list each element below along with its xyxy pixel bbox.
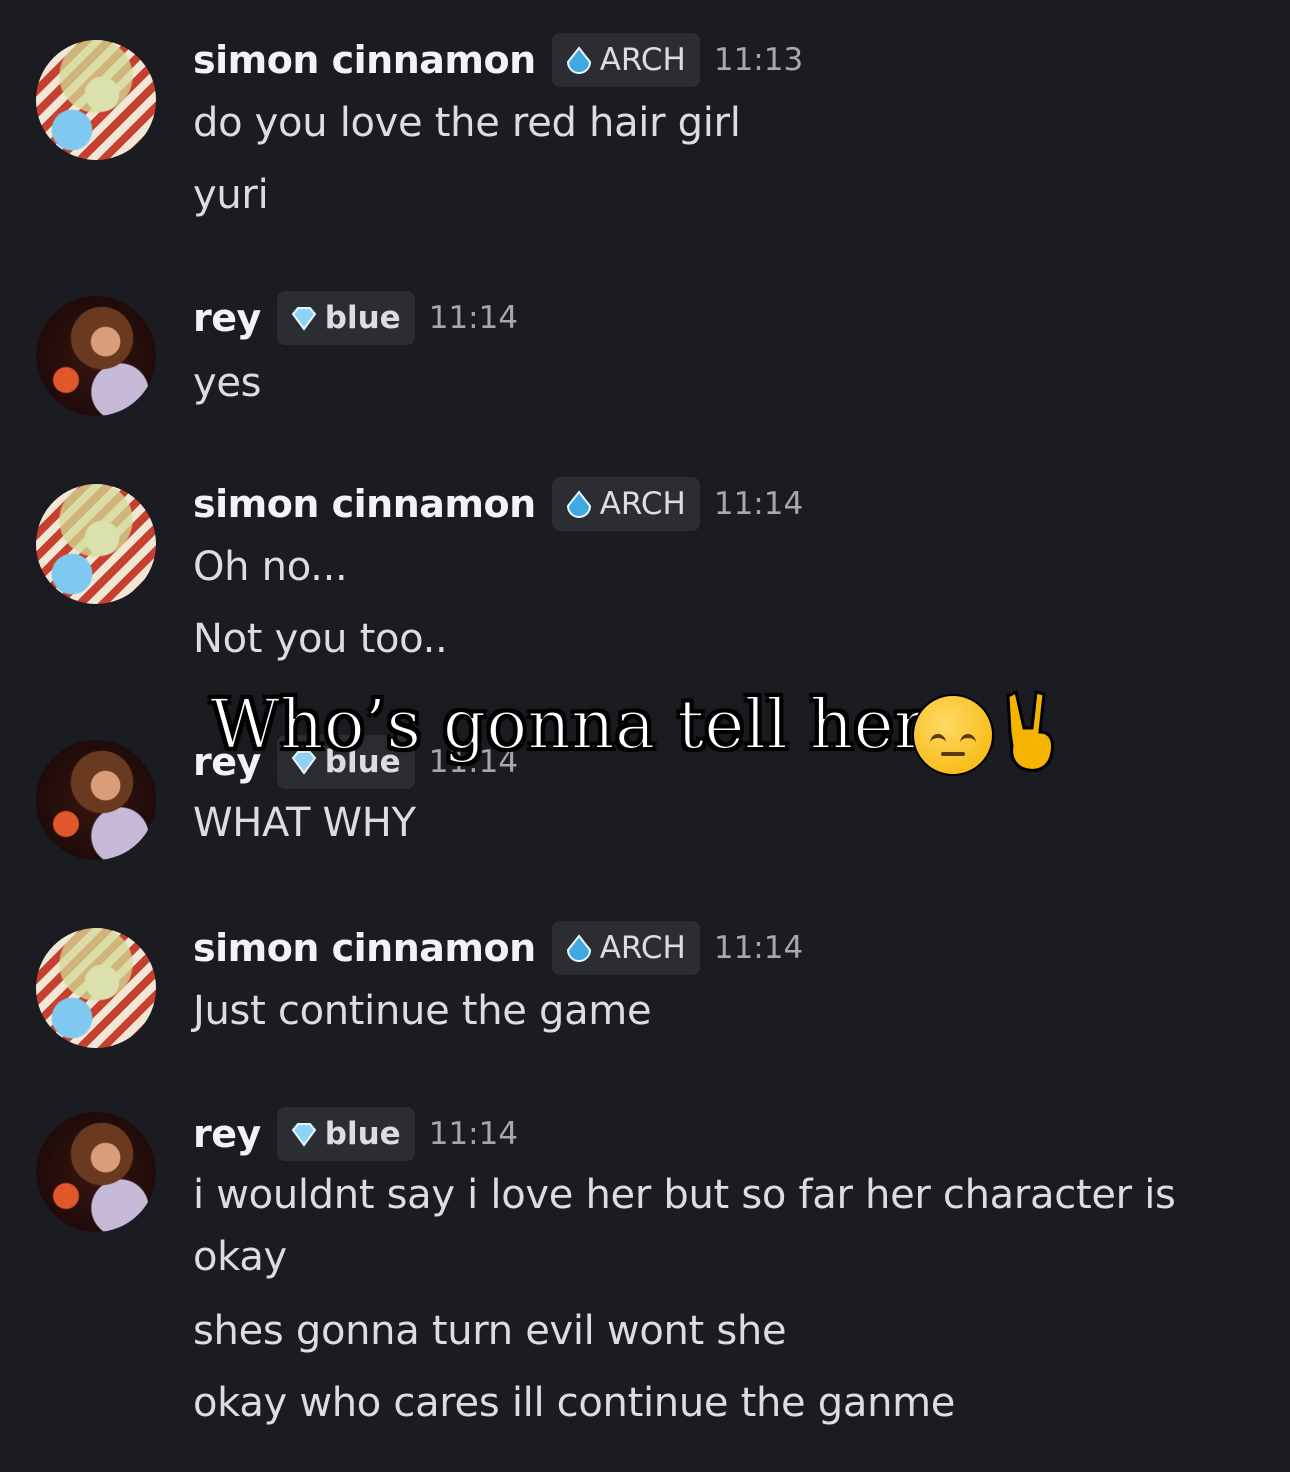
role-tag[interactable]: ARCH <box>551 477 700 531</box>
timestamp: 11:13 <box>713 42 804 78</box>
message-text: i wouldnt say i love her but so far her … <box>193 1172 1176 1218</box>
role-tag[interactable]: ARCH <box>551 921 700 975</box>
username[interactable]: rey <box>193 296 261 340</box>
username[interactable]: rey <box>193 1112 261 1156</box>
message-text: okay who cares ill continue the ganme <box>193 1380 956 1426</box>
role-tag-label: ARCH <box>599 930 686 966</box>
message-header: rey blue 11:14 <box>193 1106 518 1162</box>
victory-hand-emoji <box>1006 689 1054 772</box>
overlay-caption: Who’s gonna tell her <box>209 685 927 766</box>
water-drop-icon <box>566 46 591 74</box>
role-tag[interactable]: blue <box>276 1107 415 1161</box>
pensive-eye-left <box>930 734 946 743</box>
avatar[interactable] <box>36 484 156 604</box>
timestamp: 11:14 <box>428 1116 519 1152</box>
role-tag-label: blue <box>324 300 401 336</box>
pensive-eye-right <box>960 734 976 743</box>
role-tag-label: ARCH <box>599 486 686 522</box>
timestamp: 11:14 <box>713 486 804 522</box>
avatar[interactable] <box>36 740 156 860</box>
message-text: yes <box>193 360 262 406</box>
username[interactable]: simon cinnamon <box>193 38 536 82</box>
message-text: okay <box>193 1234 287 1280</box>
message-text: shes gonna turn evil wont she <box>193 1308 787 1354</box>
water-drop-icon <box>566 490 591 518</box>
message-header: simon cinnamon ARCH 11:14 <box>193 476 803 532</box>
role-tag[interactable]: ARCH <box>551 33 700 87</box>
message-text: Just continue the game <box>193 988 652 1034</box>
avatar[interactable] <box>36 1112 156 1232</box>
message-header: simon cinnamon ARCH 11:13 <box>193 32 803 88</box>
username[interactable]: simon cinnamon <box>193 926 536 970</box>
message-text: Not you too.. <box>193 616 448 662</box>
pensive-face-emoji <box>912 694 994 776</box>
message-header: rey blue 11:14 <box>193 290 518 346</box>
pensive-mouth <box>941 752 965 756</box>
avatar[interactable] <box>36 296 156 416</box>
message-text: WHAT WHY <box>193 800 416 846</box>
message-text: Oh no... <box>193 544 348 590</box>
username[interactable]: simon cinnamon <box>193 482 536 526</box>
role-tag[interactable]: blue <box>276 291 415 345</box>
message-header: simon cinnamon ARCH 11:14 <box>193 920 803 976</box>
diamond-icon <box>291 1123 317 1147</box>
message-text: yuri <box>193 172 269 218</box>
avatar[interactable] <box>36 928 156 1048</box>
role-tag-label: blue <box>324 1116 401 1152</box>
avatar[interactable] <box>36 40 156 160</box>
role-tag-label: ARCH <box>599 42 686 78</box>
water-drop-icon <box>566 934 591 962</box>
timestamp: 11:14 <box>428 300 519 336</box>
message-text: do you love the red hair girl <box>193 100 741 146</box>
timestamp: 11:14 <box>713 930 804 966</box>
diamond-icon <box>291 307 317 331</box>
